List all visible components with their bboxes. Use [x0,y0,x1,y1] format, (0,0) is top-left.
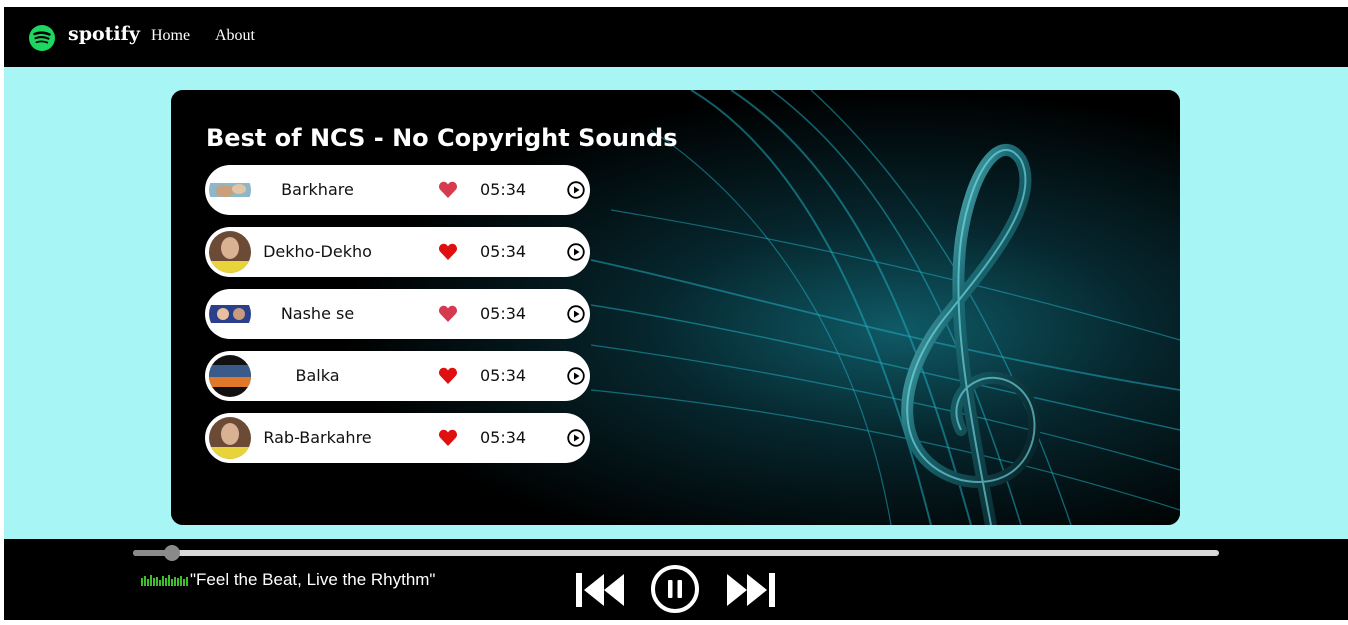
song-duration: 05:34 [480,180,527,199]
brand-name: spotify [68,23,140,45]
equalizer-icon [141,575,188,586]
song-duration: 05:34 [480,428,527,447]
play-circle-icon[interactable] [567,243,585,261]
song-duration: 05:34 [480,366,527,385]
song-duration: 05:34 [480,242,527,261]
playlist-container: Best of NCS - No Copyright Sounds Barkha… [171,90,1180,525]
song-duration: 05:34 [480,304,527,323]
song-item[interactable]: Balka 05:34 [205,351,590,401]
nav-link-about[interactable]: About [215,27,255,45]
progress-knob[interactable] [164,545,181,561]
heart-icon[interactable] [438,428,458,448]
play-circle-icon[interactable] [567,181,585,199]
previous-track-icon[interactable] [574,571,626,609]
player-bar: "Feel the Beat, Live the Rhythm" [4,539,1348,620]
play-circle-icon[interactable] [567,429,585,447]
playlist-title: Best of NCS - No Copyright Sounds [206,124,678,152]
song-name: Nashe se [280,304,355,323]
song-name: Dekho-Dekho [263,242,372,261]
app-frame: spotify Home About Best of NCS - No Copy… [4,7,1348,620]
next-track-icon[interactable] [725,571,777,609]
song-item[interactable]: Dekho-Dekho 05:34 [205,227,590,277]
heart-icon[interactable] [438,180,458,200]
song-item[interactable]: Barkhare 05:34 [205,165,590,215]
song-item[interactable]: Nashe se 05:34 [205,289,590,339]
heart-icon[interactable] [438,242,458,262]
play-circle-icon[interactable] [567,367,585,385]
song-name: Rab-Barkahre [263,428,372,447]
song-cover-image [209,417,251,459]
song-name: Balka [295,366,340,385]
progress-bar[interactable] [133,550,1219,556]
song-cover-image [209,231,251,273]
song-cover-image [209,169,251,211]
spotify-logo-icon [29,25,55,51]
pause-circle-icon[interactable] [650,564,700,614]
heart-icon[interactable] [438,366,458,386]
play-circle-icon[interactable] [567,305,585,323]
nav-link-home[interactable]: Home [151,27,190,45]
song-cover-image [209,355,251,397]
song-name: Barkhare [281,180,354,199]
navbar: spotify Home About [4,7,1348,67]
heart-icon[interactable] [438,304,458,324]
song-info-text: "Feel the Beat, Live the Rhythm" [190,570,436,589]
song-item[interactable]: Rab-Barkahre 05:34 [205,413,590,463]
song-cover-image [209,293,251,335]
